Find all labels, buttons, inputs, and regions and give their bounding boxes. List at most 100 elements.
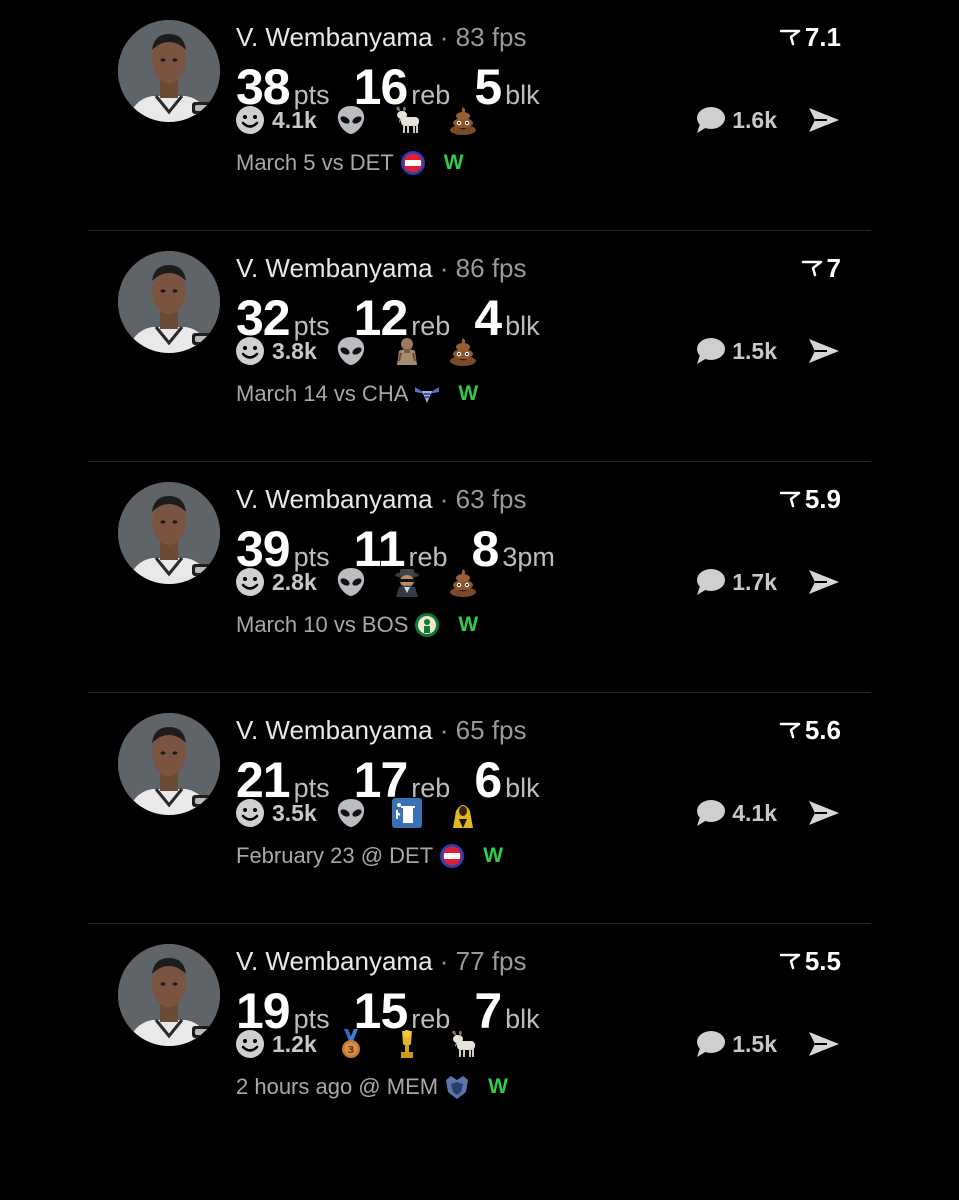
smiley-reaction-icon[interactable] xyxy=(234,335,266,367)
comment-bubble-icon[interactable] xyxy=(694,1029,726,1059)
rating-flag-icon xyxy=(779,484,801,515)
rating-value: 5.5 xyxy=(804,946,841,976)
game-info[interactable]: March 10 vs BOS W xyxy=(236,610,478,640)
player-avatar[interactable] xyxy=(118,713,220,815)
game-result-badge: W xyxy=(458,613,479,636)
poop-emoji-icon[interactable] xyxy=(447,335,479,367)
post-header[interactable]: V. Wembanyama · 83 fps xyxy=(236,22,527,53)
fps-score: 63 fps xyxy=(455,484,527,514)
smiley-reaction-icon[interactable] xyxy=(234,1028,266,1060)
rating: 5.5 xyxy=(779,946,841,977)
game-date-opponent: March 10 vs BOS xyxy=(236,612,409,637)
pistons-logo-icon xyxy=(439,843,465,869)
rating-value: 5.9 xyxy=(804,484,841,514)
player-avatar[interactable] xyxy=(118,944,220,1046)
player-avatar[interactable] xyxy=(118,20,220,122)
game-info[interactable]: March 5 vs DET W xyxy=(236,148,464,178)
trophy-emoji-icon[interactable] xyxy=(391,1028,423,1060)
fps-score: 83 fps xyxy=(455,22,527,52)
reaction-bar: 2.8k xyxy=(234,562,503,602)
alien-emoji-icon[interactable] xyxy=(335,566,367,598)
poop-emoji-icon[interactable] xyxy=(447,566,479,598)
rating-flag-icon xyxy=(779,715,801,746)
post-card[interactable]: V. Wembanyama · 86 fps 7 32 pts 12 reb 4 bl… xyxy=(88,231,871,462)
trash-can-emoji-icon[interactable] xyxy=(391,797,423,829)
spy-emoji-icon[interactable] xyxy=(391,566,423,598)
reaction-count: 2.8k xyxy=(272,568,317,595)
stat-unit: blk xyxy=(505,773,540,803)
poop-emoji-icon[interactable] xyxy=(447,104,479,136)
post-header[interactable]: V. Wembanyama · 63 fps xyxy=(236,484,527,515)
hooded-figure-emoji-icon[interactable] xyxy=(447,797,479,829)
comment-bar: 1.6k xyxy=(694,100,841,140)
comment-bubble-icon[interactable] xyxy=(694,336,726,366)
post-card[interactable]: V. Wembanyama · 77 fps 5.5 19 pts 15 reb 7… xyxy=(88,924,871,1155)
stat-unit: blk xyxy=(505,1004,540,1034)
player-name: V. Wembanyama xyxy=(236,22,433,52)
alien-emoji-icon[interactable] xyxy=(335,797,367,829)
player-avatar[interactable] xyxy=(118,482,220,584)
game-date-opponent: March 14 vs CHA xyxy=(236,381,409,406)
alien-emoji-icon[interactable] xyxy=(335,335,367,367)
post-header[interactable]: V. Wembanyama · 65 fps xyxy=(236,715,527,746)
player-name: V. Wembanyama xyxy=(236,253,433,283)
comment-count: 1.5k xyxy=(732,337,777,364)
comment-bubble-icon[interactable] xyxy=(694,105,726,135)
rating-value: 5.6 xyxy=(804,715,841,745)
fps-score: 77 fps xyxy=(455,946,527,976)
reaction-bar: 1.2k 3 xyxy=(234,1024,503,1064)
reaction-count: 3.5k xyxy=(272,799,317,826)
hornets-logo-icon xyxy=(414,381,440,407)
rating-flag-icon xyxy=(779,22,801,53)
fps-score: 86 fps xyxy=(455,253,527,283)
game-date-opponent: 2 hours ago @ MEM xyxy=(236,1074,439,1099)
share-send-icon[interactable] xyxy=(807,799,841,827)
game-info[interactable]: March 14 vs CHA W xyxy=(236,379,478,409)
player-name: V. Wembanyama xyxy=(236,715,433,745)
stat-unit: 3pm xyxy=(502,542,555,572)
share-send-icon[interactable] xyxy=(807,1030,841,1058)
bronze-medal-emoji-icon[interactable]: 3 xyxy=(335,1028,367,1060)
reaction-bar: 4.1k xyxy=(234,100,503,140)
comment-count: 4.1k xyxy=(732,799,777,826)
smiley-reaction-icon[interactable] xyxy=(234,104,266,136)
share-send-icon[interactable] xyxy=(807,337,841,365)
rating-flag-icon xyxy=(779,946,801,977)
post-header[interactable]: V. Wembanyama · 86 fps xyxy=(236,253,527,284)
post-header[interactable]: V. Wembanyama · 77 fps xyxy=(236,946,527,977)
beast-emoji-icon[interactable] xyxy=(391,335,423,367)
reaction-count: 3.8k xyxy=(272,337,317,364)
post-card[interactable]: V. Wembanyama · 63 fps 5.9 39 pts 11 reb 8… xyxy=(88,462,871,693)
game-date-opponent: March 5 vs DET xyxy=(236,150,394,175)
reaction-count: 1.2k xyxy=(272,1030,317,1057)
share-send-icon[interactable] xyxy=(807,106,841,134)
rating-flag-icon xyxy=(801,253,823,284)
rating: 5.9 xyxy=(779,484,841,515)
post-card[interactable]: V. Wembanyama · 83 fps 7.1 38 pts 16 reb 5… xyxy=(88,0,871,231)
rating: 7.1 xyxy=(779,22,841,53)
share-send-icon[interactable] xyxy=(807,568,841,596)
smiley-reaction-icon[interactable] xyxy=(234,797,266,829)
game-date-opponent: February 23 @ DET xyxy=(236,843,434,868)
smiley-reaction-icon[interactable] xyxy=(234,566,266,598)
game-result-badge: W xyxy=(443,151,464,174)
comment-bubble-icon[interactable] xyxy=(694,567,726,597)
player-avatar[interactable] xyxy=(118,251,220,353)
goat-emoji-icon[interactable] xyxy=(391,104,423,136)
reaction-count: 4.1k xyxy=(272,106,317,133)
game-info[interactable]: February 23 @ DET W xyxy=(236,841,503,871)
comment-bar: 4.1k xyxy=(694,793,841,833)
post-card[interactable]: V. Wembanyama · 65 fps 5.6 21 pts 17 reb 6… xyxy=(88,693,871,924)
goat-emoji-icon[interactable] xyxy=(447,1028,479,1060)
fps-score: 65 fps xyxy=(455,715,527,745)
comment-bar: 1.5k xyxy=(694,331,841,371)
comment-bubble-icon[interactable] xyxy=(694,798,726,828)
game-info[interactable]: 2 hours ago @ MEM W xyxy=(236,1072,508,1102)
player-name: V. Wembanyama xyxy=(236,946,433,976)
svg-text:3: 3 xyxy=(347,1045,354,1056)
alien-emoji-icon[interactable] xyxy=(335,104,367,136)
game-result-badge: W xyxy=(483,844,504,867)
pistons-logo-icon xyxy=(400,150,426,176)
comment-count: 1.7k xyxy=(732,568,777,595)
reaction-bar: 3.8k xyxy=(234,331,503,371)
